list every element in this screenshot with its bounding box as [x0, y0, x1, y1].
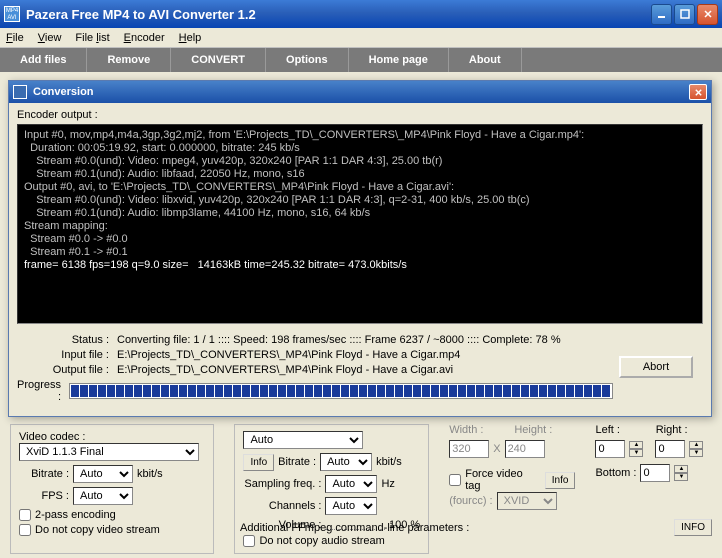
height-input[interactable] [505, 440, 545, 458]
twopass-checkbox[interactable] [19, 509, 31, 521]
abitrate-select[interactable]: Auto [320, 453, 372, 471]
sampling-label: Sampling freq. : [243, 478, 321, 490]
right-spinner[interactable]: ▲▼ [689, 441, 703, 457]
modal-titlebar: Conversion [9, 81, 711, 103]
status-label: Status : [17, 334, 117, 346]
sampling-select[interactable]: Auto [325, 475, 377, 493]
right-input[interactable] [655, 440, 685, 458]
app-icon: MP4AVI [4, 6, 20, 22]
progress-label: Progress : [17, 379, 69, 403]
video-codec-select[interactable]: XviD 1.1.3 Final [19, 443, 199, 461]
audio-info-button[interactable]: Info [243, 454, 274, 471]
action-options[interactable]: Options [266, 48, 349, 72]
width-label: Width : [449, 424, 510, 436]
bottom-label: Bottom : [595, 467, 636, 479]
left-label: Left : [595, 424, 619, 436]
nocopy-audio-label: Do not copy audio stream [259, 535, 384, 547]
titlebar: MP4AVI Pazera Free MP4 to AVI Converter … [0, 0, 722, 28]
right-label: Right : [656, 424, 688, 436]
x-label: X [493, 443, 500, 455]
progress-bar [69, 383, 613, 399]
video-panel: Video codec : XviD 1.1.3 Final Bitrate :… [10, 424, 214, 554]
nocopy-audio-checkbox[interactable] [243, 535, 255, 547]
menubar: File View File list Encoder Help [0, 28, 722, 48]
window-title: Pazera Free MP4 to AVI Converter 1.2 [26, 7, 651, 22]
bitrate-label: Bitrate : [19, 468, 69, 480]
status-value: Converting file: 1 / 1 :::: Speed: 198 f… [117, 334, 703, 346]
bitrate-select[interactable]: Auto [73, 465, 133, 483]
fps-label: FPS : [19, 490, 69, 502]
action-home[interactable]: Home page [349, 48, 449, 72]
encoder-output-label: Encoder output : [17, 109, 703, 121]
left-input[interactable] [595, 440, 625, 458]
channels-label: Channels : [243, 500, 321, 512]
minimize-button[interactable] [651, 4, 672, 25]
menu-view[interactable]: View [38, 32, 62, 44]
force-tag-label: Force video tag [465, 468, 541, 492]
left-spinner[interactable]: ▲▼ [629, 441, 643, 457]
width-input[interactable] [449, 440, 489, 458]
twopass-label: 2-pass encoding [35, 509, 116, 521]
fps-select[interactable]: Auto [73, 487, 133, 505]
settings-panels: Video codec : XviD 1.1.3 Final Bitrate :… [0, 420, 722, 558]
abitrate-unit: kbit/s [376, 456, 402, 468]
video-codec-label: Video codec : [19, 431, 205, 443]
fourcc-info-button[interactable]: Info [545, 472, 576, 489]
output-file-value: E:\Projects_TD\_CONVERTERS\_MP4\Pink Flo… [117, 364, 703, 376]
input-file-label: Input file : [17, 349, 117, 361]
action-remove[interactable]: Remove [87, 48, 171, 72]
close-button[interactable] [697, 4, 718, 25]
output-file-label: Output file : [17, 364, 117, 376]
abort-button[interactable]: Abort [619, 356, 693, 378]
encoder-console: Input #0, mov,mp4,m4a,3gp,3g2,mj2, from … [17, 124, 703, 324]
ffmpeg-row: Additional FFmpeg command-line parameter… [240, 519, 712, 536]
nocopy-video-checkbox[interactable] [19, 524, 31, 536]
action-convert[interactable]: CONVERT [171, 48, 266, 72]
input-file-value: E:\Projects_TD\_CONVERTERS\_MP4\Pink Flo… [117, 349, 703, 361]
force-tag-checkbox[interactable] [449, 474, 461, 486]
bottom-spinner[interactable]: ▲▼ [674, 465, 688, 481]
conversion-modal: Conversion Encoder output : Input #0, mo… [8, 80, 712, 417]
channels-select[interactable]: Auto [325, 497, 377, 515]
action-add-files[interactable]: Add files [0, 48, 87, 72]
fourcc-select[interactable]: XVID [497, 492, 557, 510]
bitrate-unit: kbit/s [137, 468, 163, 480]
ffmpeg-info-button[interactable]: INFO [674, 519, 712, 536]
modal-close-button[interactable] [689, 84, 707, 100]
menu-encoder[interactable]: Encoder [124, 32, 165, 44]
actionbar: Add files Remove CONVERT Options Home pa… [0, 48, 722, 72]
sampling-unit: Hz [381, 478, 394, 490]
modal-title-text: Conversion [33, 86, 94, 98]
nocopy-video-label: Do not copy video stream [35, 524, 160, 536]
menu-file[interactable]: File [6, 32, 24, 44]
modal-icon [13, 85, 27, 99]
ffmpeg-label: Additional FFmpeg command-line parameter… [240, 522, 469, 534]
maximize-button[interactable] [674, 4, 695, 25]
audio-codec-select[interactable]: Auto [243, 431, 363, 449]
action-about[interactable]: About [449, 48, 522, 72]
bottom-input[interactable] [640, 464, 670, 482]
menu-help[interactable]: Help [179, 32, 202, 44]
fourcc-label: (fourcc) : [449, 495, 492, 507]
menu-filelist[interactable]: File list [75, 32, 109, 44]
abitrate-label: Bitrate : [278, 456, 316, 468]
height-label: Height : [514, 424, 575, 436]
